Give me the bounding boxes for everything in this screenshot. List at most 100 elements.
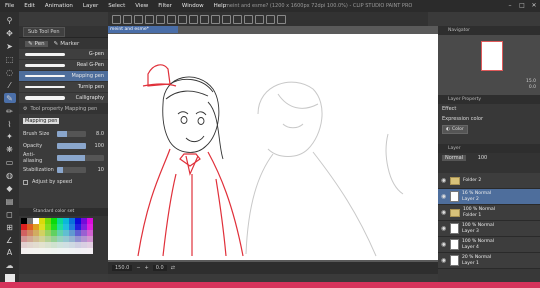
navigator-zoom-value[interactable]: 15.0 <box>526 79 536 84</box>
right-panel: Navigator 15.0 0.0 Layer Property Effect… <box>438 26 540 282</box>
menu-view[interactable]: View <box>130 0 153 12</box>
main-color-swatch[interactable] <box>4 273 15 282</box>
menu-file[interactable]: File <box>0 0 19 12</box>
minimize-icon[interactable]: – <box>504 0 516 12</box>
canvas-tab[interactable]: meint and esme* <box>108 26 178 33</box>
eye-icon[interactable]: ◉ <box>441 177 447 184</box>
transform-icon[interactable] <box>200 14 209 24</box>
menu-select[interactable]: Select <box>103 0 130 12</box>
move-tool-icon[interactable]: ✥ <box>4 29 16 39</box>
brush-size-row[interactable]: Brush Size 8.0 <box>19 128 108 140</box>
gradient-tool-icon[interactable]: ▤ <box>4 196 16 206</box>
figure-tool-icon[interactable]: ◻ <box>4 209 16 219</box>
category-marker-label: Marker <box>60 40 80 47</box>
text-tool-icon[interactable]: A <box>4 248 16 258</box>
opacity-slider[interactable] <box>57 143 86 149</box>
eyedropper-tool-icon[interactable]: ⁄ <box>4 80 16 90</box>
menu-animation[interactable]: Animation <box>40 0 78 12</box>
brush-item-real-g-pen[interactable]: Real G-Pen <box>19 60 108 71</box>
right-eye <box>197 117 205 125</box>
zoom-value[interactable]: 150.0 <box>112 265 133 271</box>
brush-item-mapping-pen[interactable]: Mapping pen <box>19 71 108 82</box>
navigator-panel[interactable]: 15.0 0.0 <box>438 35 540 95</box>
navigator-rotate-value[interactable]: 0.0 <box>529 85 536 90</box>
pencil-tool-icon[interactable]: ✏ <box>4 106 16 116</box>
adjust-by-speed-row[interactable]: Adjust by speed <box>19 176 108 188</box>
layer-item[interactable]: ◉ Folder 2 <box>438 173 540 189</box>
category-pen[interactable]: ✎ Pen <box>25 40 48 47</box>
ruler-tool-icon[interactable]: ∠ <box>4 235 16 245</box>
eye-icon[interactable]: ◉ <box>441 193 447 200</box>
layer-item[interactable]: ◉ 20 % Normal Layer 1 <box>438 253 540 269</box>
color-swatch[interactable] <box>87 248 93 254</box>
eye-icon[interactable]: ◉ <box>441 225 447 232</box>
zoom-in-icon[interactable]: + <box>145 265 149 271</box>
expression-color-select[interactable]: ◐ Color <box>442 125 468 134</box>
selection-tool-icon[interactable]: ⬚ <box>4 55 16 65</box>
fill-icon[interactable] <box>211 14 220 24</box>
menu-layer[interactable]: Layer <box>78 0 103 12</box>
category-marker[interactable]: ✎ Marker <box>54 41 80 47</box>
navigator-thumbnail[interactable] <box>481 41 503 71</box>
lasso-tool-icon[interactable]: ◌ <box>4 68 16 78</box>
save-icon[interactable] <box>156 14 165 24</box>
brush-item-calligraphy[interactable]: Calligraphy <box>19 93 108 104</box>
blend-tool-icon[interactable]: ◍ <box>4 171 16 181</box>
anti-aliasing-row[interactable]: Anti-aliasing <box>19 152 108 164</box>
operation-tool-icon[interactable]: ➤ <box>4 42 16 52</box>
menu-filter[interactable]: Filter <box>153 0 177 12</box>
stabilization-slider[interactable] <box>57 167 86 173</box>
eye-icon[interactable]: ◉ <box>441 257 447 264</box>
pen-icon[interactable] <box>123 14 132 24</box>
layer-item[interactable]: ◉ 100 % Normal Layer 4 <box>438 237 540 253</box>
brush-preview <box>25 75 65 77</box>
pen-tool-icon[interactable]: ✎ <box>3 93 16 104</box>
eye-icon[interactable]: ◉ <box>441 209 447 216</box>
layer-item[interactable]: ◉ 100 % Normal Layer 3 <box>438 221 540 237</box>
decoration-tool-icon[interactable]: ❋ <box>4 145 16 155</box>
balloon-tool-icon[interactable]: ☁ <box>4 261 16 271</box>
zoom-tool-icon[interactable]: ⚲ <box>4 16 16 26</box>
stabilization-row[interactable]: Stabilization 10 <box>19 164 108 176</box>
drawing-canvas[interactable] <box>108 34 438 260</box>
canvas-area[interactable] <box>108 26 438 262</box>
brush-item-g-pen[interactable]: G-pen <box>19 49 108 60</box>
close-icon[interactable]: ✕ <box>528 0 540 12</box>
undo-icon[interactable] <box>167 14 176 24</box>
layer-item[interactable]: ◉ 100 % Normal Folder 1 <box>438 205 540 221</box>
menu-window[interactable]: Window <box>177 0 209 12</box>
frame-tool-icon[interactable]: ⊞ <box>4 222 16 232</box>
snap-grid-icon[interactable] <box>277 14 286 24</box>
checkbox-icon[interactable] <box>23 179 28 185</box>
blend-mode-select[interactable]: Normal <box>442 155 467 161</box>
new-icon[interactable] <box>134 14 143 24</box>
menu-edit[interactable]: Edit <box>19 0 40 12</box>
zoom-out-icon[interactable]: − <box>136 265 140 271</box>
opacity-row[interactable]: Opacity 100 <box>19 140 108 152</box>
maximize-icon[interactable]: □ <box>516 0 528 12</box>
clear-icon[interactable] <box>189 14 198 24</box>
layer-item[interactable]: ◉ 16 % Normal Layer 2 <box>438 189 540 205</box>
deselect-icon[interactable] <box>233 14 242 24</box>
eraser-tool-icon[interactable]: ▭ <box>4 158 16 168</box>
eye-icon[interactable]: ◉ <box>441 241 447 248</box>
redo-icon[interactable] <box>178 14 187 24</box>
fill-tool-icon[interactable]: ◆ <box>4 184 16 194</box>
snap-ruler-icon[interactable] <box>255 14 264 24</box>
flip-icon[interactable]: ⇄ <box>171 265 175 271</box>
invert-icon[interactable] <box>244 14 253 24</box>
brush-tool-icon[interactable]: ⌇ <box>4 119 16 129</box>
brush-item-turnip-pen[interactable]: Turnip pen <box>19 82 108 93</box>
subtool-tab-pen[interactable]: Sub Tool Pen <box>23 26 65 37</box>
stabilization-label: Stabilization <box>23 167 54 173</box>
layer-opacity-value[interactable]: 100 <box>478 155 488 161</box>
select-all-icon[interactable] <box>222 14 231 24</box>
rotate-value[interactable]: 0.0 <box>152 265 167 271</box>
snap-special-icon[interactable] <box>266 14 275 24</box>
color-set-title: Standard color set <box>19 208 108 216</box>
airbrush-tool-icon[interactable]: ✦ <box>4 132 16 142</box>
anti-aliasing-selector[interactable] <box>57 155 104 161</box>
menu-icon[interactable] <box>112 14 121 24</box>
brush-size-slider[interactable] <box>57 131 86 137</box>
open-icon[interactable] <box>145 14 154 24</box>
